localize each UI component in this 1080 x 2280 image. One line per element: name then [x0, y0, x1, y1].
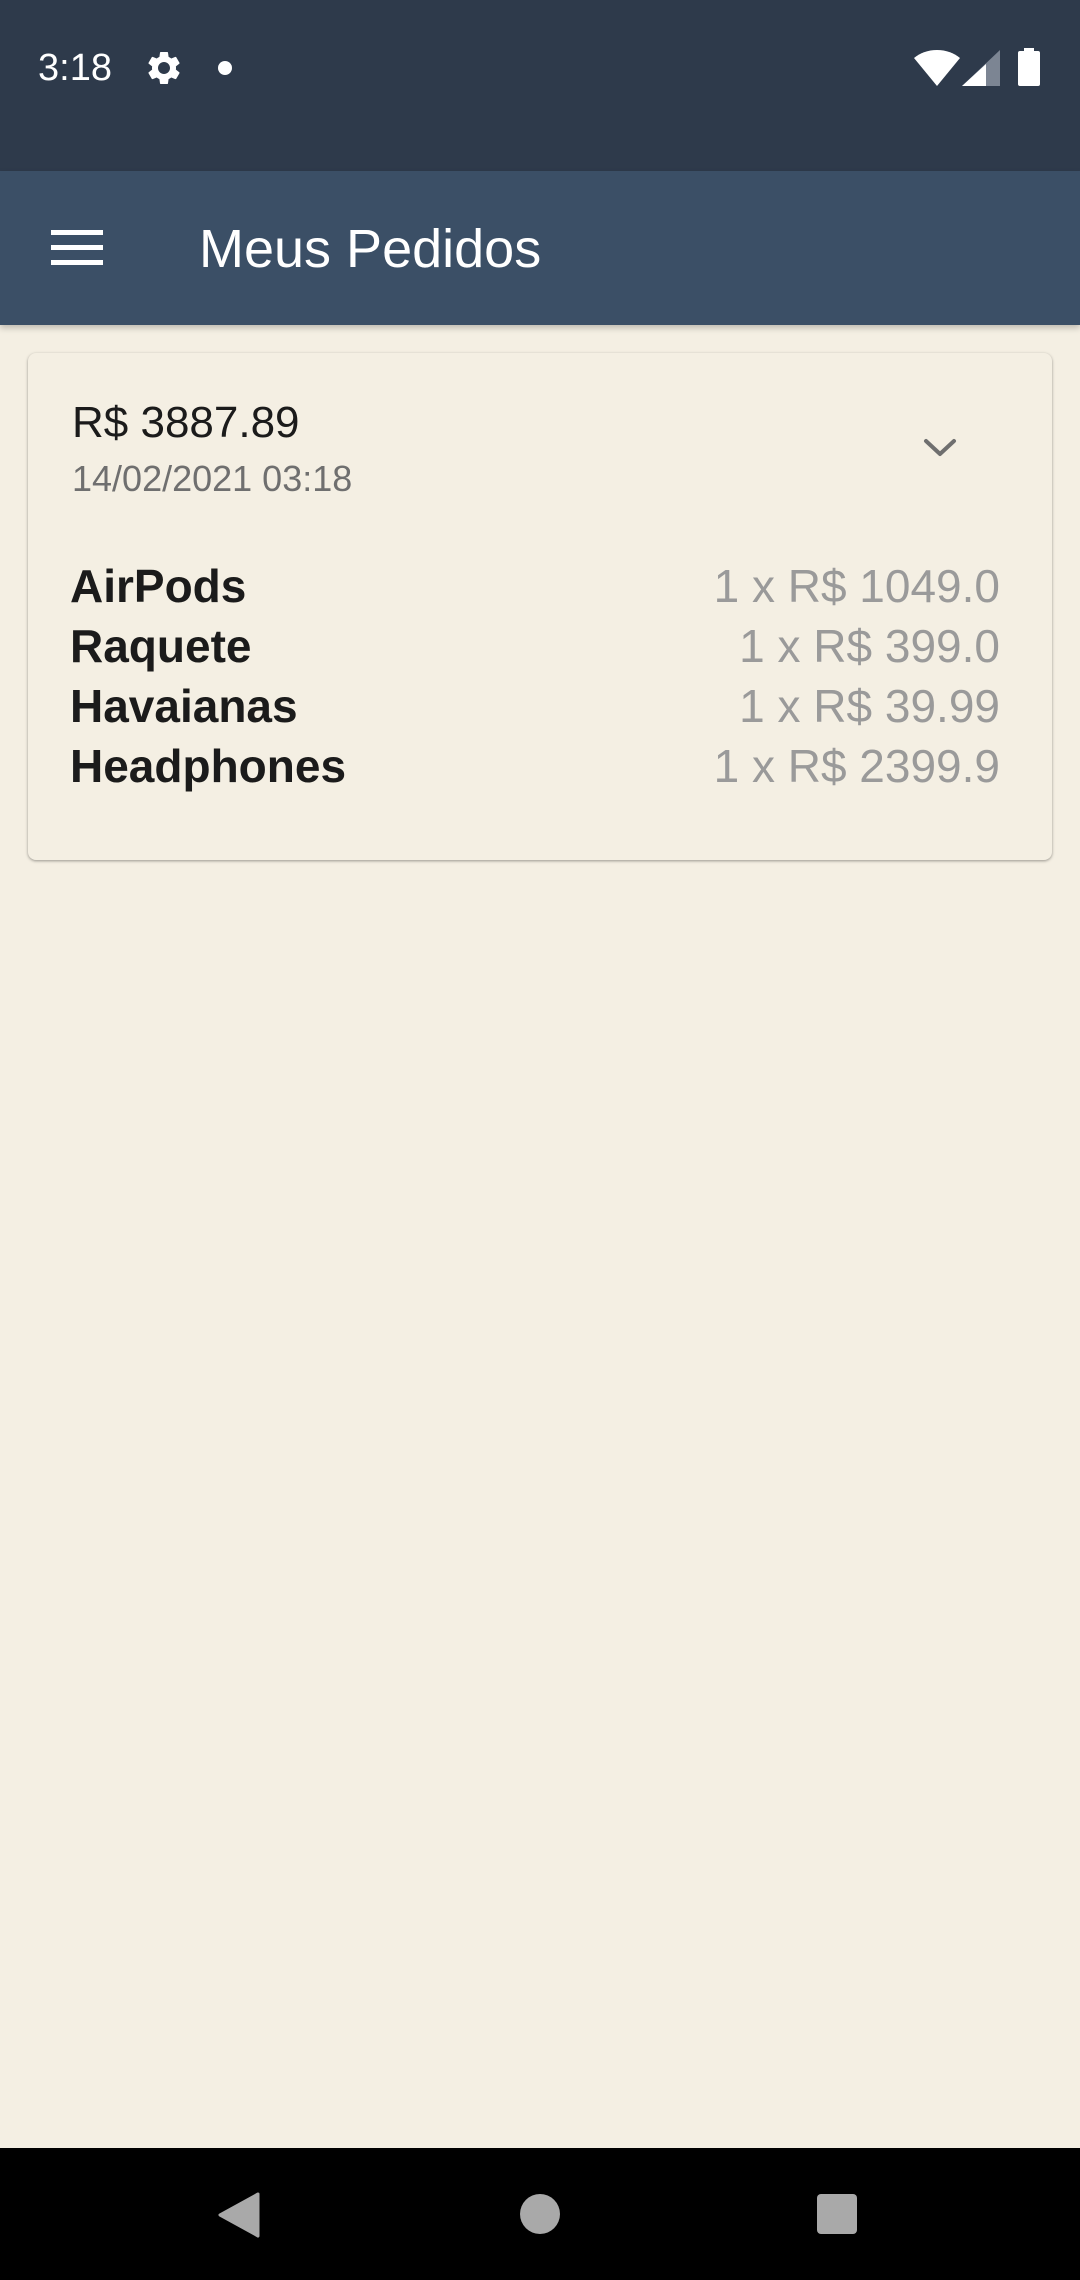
notification-dot-icon [218, 61, 232, 75]
item-price: 1 x R$ 1049.0 [713, 560, 1000, 612]
battery-icon [1018, 48, 1040, 86]
list-item: Headphones 1 x R$ 2399.9 [70, 736, 1000, 796]
order-date: 14/02/2021 03:18 [72, 458, 353, 499]
list-item: Raquete 1 x R$ 399.0 [70, 616, 1000, 676]
menu-button[interactable] [40, 211, 114, 285]
item-name: AirPods [70, 560, 247, 612]
status-time: 3:18 [38, 47, 112, 89]
list-item: AirPods 1 x R$ 1049.0 [70, 556, 1000, 616]
home-icon[interactable] [520, 2194, 560, 2234]
item-price: 1 x R$ 2399.9 [713, 740, 1000, 792]
item-name: Havaianas [70, 680, 298, 732]
system-nav-bar [0, 2148, 1080, 2280]
hamburger-menu-icon [51, 230, 103, 265]
order-items-list: AirPods 1 x R$ 1049.0 Raquete 1 x R$ 399… [70, 556, 1000, 796]
item-price: 1 x R$ 39.99 [739, 680, 1000, 732]
chevron-down-icon [924, 439, 956, 456]
recents-icon[interactable] [817, 2194, 857, 2234]
order-card[interactable]: R$ 3887.89 14/02/2021 03:18 AirPods 1 x … [28, 353, 1052, 860]
list-item: Havaianas 1 x R$ 39.99 [70, 676, 1000, 736]
back-icon[interactable] [218, 2192, 260, 2238]
item-price: 1 x R$ 399.0 [739, 620, 1000, 672]
item-name: Headphones [70, 740, 347, 792]
order-total: R$ 3887.89 [72, 398, 300, 447]
expand-button[interactable] [910, 418, 970, 478]
page-title: Meus Pedidos [199, 219, 542, 279]
signal-icon [962, 50, 1000, 86]
app-bar: Meus Pedidos [0, 171, 1080, 325]
gear-icon [148, 51, 180, 84]
item-name: Raquete [70, 620, 252, 672]
status-bar: 3:18 [0, 0, 1080, 171]
wifi-icon [914, 50, 960, 86]
